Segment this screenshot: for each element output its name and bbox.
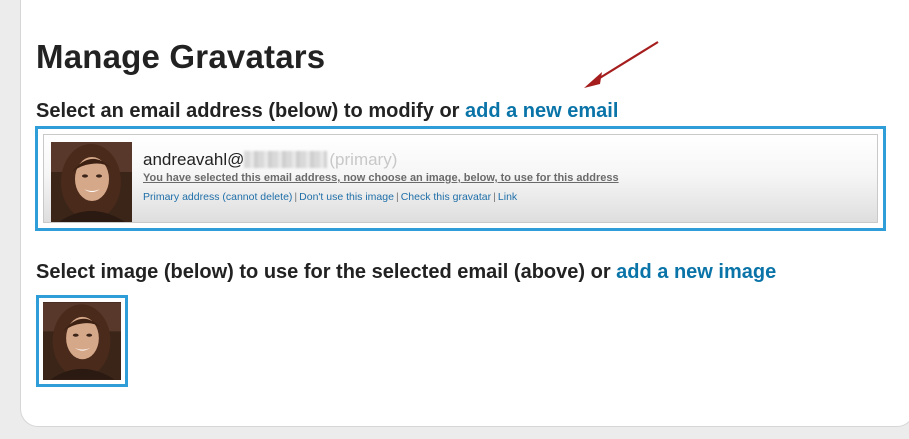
add-new-email-link[interactable]: add a new email — [465, 100, 618, 122]
avatar — [51, 142, 132, 222]
dont-use-image-link[interactable]: Don't use this image — [299, 191, 394, 203]
email-action-links: Primary address (cannot delete) | Don't us… — [143, 191, 517, 203]
redacted-domain — [244, 151, 328, 168]
gravatar-image-thumbnail[interactable] — [36, 295, 128, 387]
email-section-heading: Select an email address (below) to modif… — [36, 100, 618, 123]
email-user: andreavahl@ — [143, 150, 245, 169]
page-title: Manage Gravatars — [36, 38, 326, 75]
separator: | — [493, 191, 496, 203]
annotation-arrow-icon — [584, 41, 659, 88]
image-heading-text: Select image (below) to use for the sele… — [36, 261, 617, 283]
email-heading-text: Select an email address (below) to modif… — [36, 100, 465, 122]
primary-address-link[interactable]: Primary address (cannot delete) — [143, 191, 292, 203]
image-section-heading: Select image (below) to use for the sele… — [36, 261, 776, 284]
avatar-photo-icon — [51, 142, 132, 222]
thumbnail-photo — [43, 302, 121, 380]
link-link[interactable]: Link — [498, 191, 517, 203]
selected-email-entry[interactable]: andreavahl@ (primary) You have selected t… — [35, 126, 886, 231]
thumbnail-photo-icon — [43, 302, 121, 380]
add-new-image-link[interactable]: add a new image — [616, 261, 776, 283]
selection-notice: You have selected this email address, no… — [143, 172, 619, 184]
check-gravatar-link[interactable]: Check this gravatar — [401, 191, 491, 203]
primary-tag: (primary) — [329, 150, 398, 169]
email-entry-panel: andreavahl@ (primary) You have selected t… — [43, 134, 878, 223]
email-address: andreavahl@ (primary) — [143, 150, 397, 170]
separator: | — [395, 191, 399, 203]
